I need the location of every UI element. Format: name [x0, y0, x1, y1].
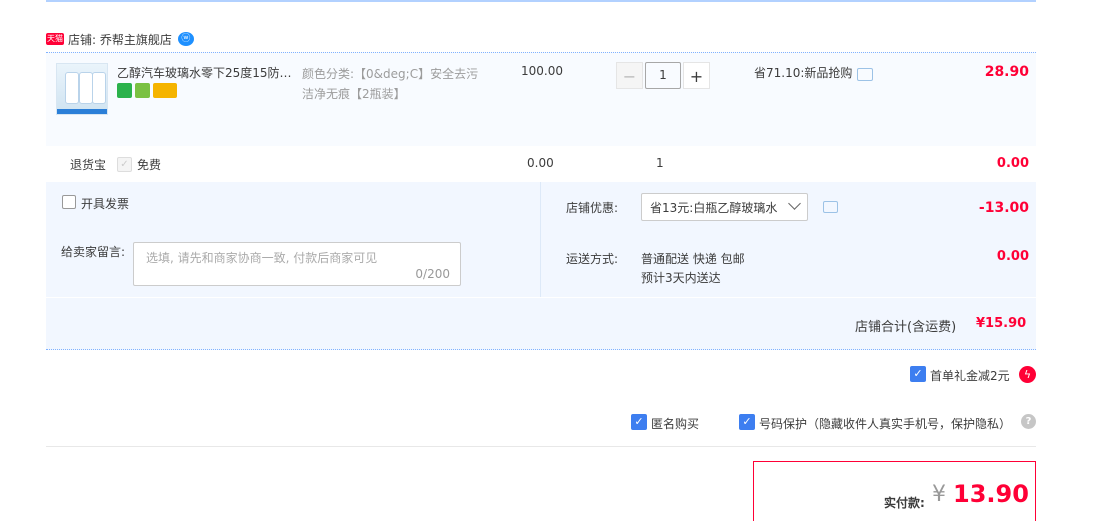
sku-info: 颜色分类:【0&deg;C】安全去污 洁净无痕【2瓶装】: [302, 64, 492, 104]
sku-line-2: 洁净无痕【2瓶装】: [302, 87, 406, 101]
shop-header: 天猫 店铺: 乔帮主旗舰店 ⓦ: [46, 28, 1036, 50]
shipping-fee: 0.00: [996, 249, 1029, 264]
anonymous-purchase-label[interactable]: 匿名购买: [651, 415, 699, 432]
first-order-coupon-label[interactable]: 首单礼金减2元: [930, 367, 1010, 384]
lightning-icon: ϟ: [1019, 366, 1036, 383]
return-insurance-price: 0.00: [527, 156, 554, 170]
shop-total-value: ¥15.90: [976, 316, 1027, 331]
return-insurance-free: 免费: [137, 158, 162, 172]
shop-total-label: 店铺合计(含运费): [855, 320, 957, 335]
decrease-quantity-button[interactable]: −: [616, 62, 643, 89]
currency-symbol: ¥: [932, 482, 946, 507]
shop-discount-label: 店铺优惠:: [566, 201, 619, 215]
shipping-method: 普通配送 快递 包邮 预计3天内送达: [641, 250, 745, 288]
unit-price: 100.00: [521, 64, 563, 78]
promotion-text: 省71.10:新品抢购: [754, 66, 853, 80]
shipping-eta: 预计3天内送达: [641, 271, 721, 285]
panel-divider: [540, 182, 541, 297]
seller-message-placeholder: 选填, 请先和商家协商一致, 付款后商家可见: [146, 251, 378, 265]
increase-quantity-button[interactable]: +: [683, 62, 710, 89]
seller-message-textarea[interactable]: 选填, 请先和商家协商一致, 付款后商家可见 0/200: [133, 242, 461, 286]
phone-protection-checkbox[interactable]: ✓: [739, 414, 755, 430]
seven-day-return-icon: [117, 83, 132, 98]
invoice-checkbox[interactable]: [62, 195, 76, 209]
shop-discount-select[interactable]: 省13元:白瓶乙醇玻璃水: [641, 193, 808, 221]
return-insurance-label: 退货宝: [70, 158, 107, 172]
guarantee-icon: [135, 83, 150, 98]
shop-name-link[interactable]: 店铺: 乔帮主旗舰店: [68, 31, 172, 48]
table-top-border: [46, 0, 1036, 2]
promotion-info: 省71.10:新品抢购: [754, 64, 874, 81]
item-subtotal: 28.90: [984, 64, 1029, 80]
quantity-stepper: − 1 +: [616, 62, 710, 89]
return-insurance-subtotal: 0.00: [996, 156, 1029, 171]
seller-message-label: 给卖家留言:: [61, 245, 126, 259]
sku-line-1: 颜色分类:【0&deg;C】安全去污: [302, 67, 479, 81]
promo-message-icon[interactable]: [857, 68, 874, 81]
shop-discount-selected: 省13元:白瓶乙醇玻璃水: [650, 200, 778, 215]
actual-payment-label: 实付款:: [884, 496, 925, 510]
chat-icon[interactable]: ⓦ: [177, 32, 194, 46]
invoice-label[interactable]: 开具发票: [81, 195, 129, 212]
anonymous-purchase-checkbox[interactable]: ✓: [631, 414, 647, 430]
phone-protection-label[interactable]: 号码保护（隐藏收件人真实手机号，保护隐私）: [759, 415, 1011, 432]
tmall-icon: 天猫: [46, 33, 64, 45]
return-insurance-qty: 1: [656, 156, 664, 170]
product-title-link[interactable]: 乙醇汽车玻璃水零下25度15防冻去污雨刮水: [117, 64, 295, 81]
shipping-label: 运送方式:: [566, 252, 619, 266]
chevron-down-icon: [788, 197, 801, 210]
character-count: 0/200: [415, 267, 450, 281]
quantity-input[interactable]: 1: [645, 62, 681, 89]
product-thumbnail[interactable]: [56, 63, 108, 115]
service-badges: [117, 83, 177, 98]
help-icon[interactable]: ?: [1021, 414, 1036, 429]
actual-payment-value: 13.90: [953, 480, 1029, 508]
shop-discount-value: -13.00: [978, 200, 1029, 216]
return-insurance-checkbox: ✓: [117, 157, 132, 172]
credit-card-icon: [153, 83, 177, 98]
first-order-coupon-checkbox[interactable]: ✓: [910, 366, 926, 382]
discount-message-icon[interactable]: [823, 201, 838, 213]
divider: [46, 446, 1036, 447]
shipping-method-line: 普通配送 快递 包邮: [641, 252, 745, 266]
